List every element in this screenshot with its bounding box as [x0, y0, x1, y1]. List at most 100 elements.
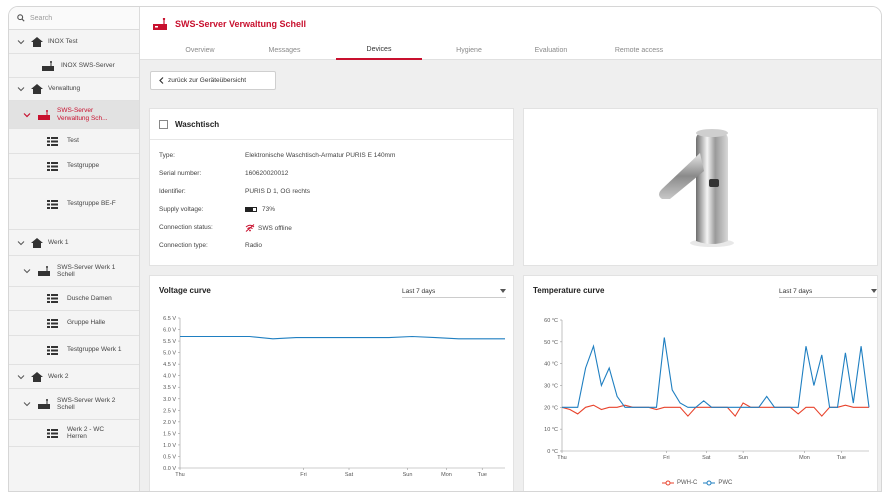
x-tick-label: Sun: [403, 472, 413, 478]
search-input[interactable]: Search: [30, 15, 52, 22]
chevron-down-icon[interactable]: [23, 267, 31, 275]
tree-item-test[interactable]: Test: [9, 129, 139, 154]
tree-item-sws-server-verwaltung[interactable]: SWS-Server Verwaltung Sch...: [9, 101, 139, 129]
y-tick-label: 3.5 V: [163, 385, 176, 391]
info-key: Identifier:: [159, 188, 186, 195]
server-icon: [38, 399, 50, 409]
tab-evaluation[interactable]: Evaluation: [518, 40, 584, 60]
tree-item-label: Testgruppe Werk 1: [67, 346, 122, 354]
dropdown-value: Last 7 days: [779, 287, 813, 295]
info-row-supply-voltage: Supply voltage: 73%: [159, 206, 499, 213]
tab-bar: Overview Messages Devices Hygiene Evalua…: [140, 40, 881, 60]
search-bar[interactable]: Search: [9, 7, 139, 30]
tree-item-label: Dusche Damen: [67, 294, 112, 302]
home-icon: [31, 371, 43, 382]
back-button[interactable]: zurück zur Geräteübersicht: [150, 71, 276, 90]
tree-item-label: Werk 1: [48, 238, 69, 246]
device-checkbox[interactable]: [159, 120, 168, 129]
tree-item-label: Testgruppe: [67, 162, 100, 170]
back-button-label: zurück zur Geräteübersicht: [168, 77, 247, 84]
y-tick-label: 1.0 V: [163, 443, 176, 449]
y-tick-label: 0.5 V: [163, 454, 176, 460]
home-icon: [31, 237, 43, 248]
time-range-dropdown[interactable]: Last 7 days: [779, 285, 877, 298]
legend-marker-pwc: [703, 480, 716, 486]
device-name: Waschtisch: [175, 120, 220, 129]
chevron-down-icon[interactable]: [17, 85, 25, 93]
info-key: Connection type:: [159, 242, 208, 249]
group-icon: [47, 428, 58, 438]
tree-item-label: Schell: [57, 271, 75, 278]
x-tick-label: Mon: [799, 455, 810, 461]
legend-marker-pwh-c: [662, 480, 674, 486]
chevron-down-icon[interactable]: [17, 239, 25, 247]
chevron-down-icon[interactable]: [23, 400, 31, 408]
y-tick-label: 3.0 V: [163, 397, 176, 403]
group-icon: [47, 318, 58, 328]
tree-item-label: SWS-Server: [57, 107, 94, 115]
y-tick-label: 2.0 V: [163, 420, 176, 426]
tab-hygiene[interactable]: Hygiene: [440, 40, 498, 60]
tab-messages[interactable]: Messages: [252, 40, 317, 60]
battery-icon: [245, 207, 257, 212]
x-tick-label: Sat: [702, 455, 711, 461]
series-line-pwc: [562, 337, 870, 408]
product-image-card: [523, 108, 878, 266]
divider: [150, 139, 513, 140]
chevron-down-icon[interactable]: [23, 111, 31, 119]
chart-title: Temperature curve: [533, 286, 605, 295]
tree-item-werk-2[interactable]: Werk 2: [9, 365, 139, 389]
tree-item-testgruppe[interactable]: Testgruppe: [9, 154, 139, 179]
x-tick-label: Tue: [478, 472, 487, 478]
header: SWS-Server Verwaltung Schell Overview Me…: [140, 7, 881, 60]
info-value: SWS offline: [258, 224, 292, 232]
tree-item-label: Schell: [57, 404, 75, 411]
tree-item-dusche-damen[interactable]: Dusche Damen: [9, 287, 139, 311]
tree-item-inox-sws-server[interactable]: INOX SWS-Server: [9, 54, 139, 78]
tree-item-werk-2-wc-herren[interactable]: Werk 2 - WC Herren: [9, 420, 139, 447]
tree-item-gruppe-halle[interactable]: Gruppe Halle: [9, 311, 139, 336]
group-icon: [47, 345, 58, 355]
faucet-image: [659, 129, 734, 247]
legend-label: PWH-C: [677, 480, 698, 486]
y-tick-label: 4.0 V: [163, 374, 176, 380]
tree-item-label: Verwaltung Sch...: [57, 114, 108, 122]
chevron-down-icon[interactable]: [17, 373, 25, 381]
temperature-chart-card: Temperature curve Last 7 days 60 °C 50 °C…: [523, 275, 878, 491]
info-key: Serial number:: [159, 170, 202, 177]
series-line-pwh-c: [561, 402, 869, 418]
info-value: 160620020012: [245, 170, 289, 177]
tab-devices[interactable]: Devices: [336, 40, 422, 60]
tree-item-testgruppe-werk-1[interactable]: Testgruppe Werk 1: [9, 336, 139, 365]
info-row-connection-status: Connection status: SWS offline: [159, 224, 499, 232]
chevron-down-icon[interactable]: [17, 38, 25, 46]
tree-item-verwaltung[interactable]: Verwaltung: [9, 78, 139, 101]
info-value: Elektronische Waschtisch-Armatur PURIS E…: [245, 152, 396, 159]
tree-item-label: Test: [67, 137, 79, 145]
tree-item-testgruppe-be-f[interactable]: Testgruppe BE-F: [9, 179, 139, 230]
tab-remote-access[interactable]: Remote access: [602, 40, 676, 60]
chevron-left-icon: [159, 77, 164, 84]
tree-item-inox-test[interactable]: INOX Test: [9, 31, 139, 54]
tree-item-sws-server-werk-2[interactable]: SWS-Server Werk 2 Schell: [9, 389, 139, 420]
info-row-type: Type: Elektronische Waschtisch-Armatur P…: [159, 152, 499, 159]
tree-item-sws-server-werk-1[interactable]: SWS-Server Werk 1 Schell: [9, 256, 139, 287]
server-icon: [42, 60, 54, 71]
time-range-dropdown[interactable]: Last 7 days: [402, 285, 506, 298]
server-icon: [38, 266, 50, 276]
group-icon: [47, 294, 58, 303]
tab-overview[interactable]: Overview: [170, 40, 230, 60]
x-tick-label: Fri: [300, 472, 306, 478]
tree-item-label: Herren: [67, 433, 87, 440]
x-tick-label: Tue: [837, 455, 846, 461]
x-tick-label: Thu: [557, 455, 566, 461]
x-tick-label: Sat: [345, 472, 354, 478]
tree-item-label: SWS-Server Werk 1: [57, 263, 116, 271]
info-row-serial: Serial number: 160620020012: [159, 170, 499, 177]
y-tick-label: 40 °C: [544, 362, 558, 368]
info-row-connection-type: Connection type: Radio: [159, 242, 499, 249]
y-tick-label: 20 °C: [544, 405, 558, 411]
app-window: Search INOX Test INOX SWS-Server Verwalt…: [8, 6, 882, 492]
tree-item-werk-1[interactable]: Werk 1: [9, 230, 139, 256]
info-key: Type:: [159, 152, 175, 159]
